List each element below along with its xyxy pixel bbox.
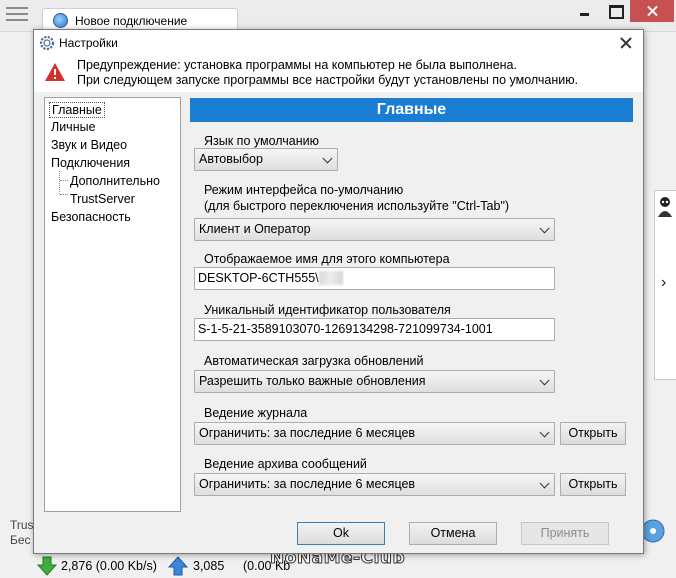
user-id-input[interactable]: S-1-5-21-3589103070-1269134298-721099734… bbox=[194, 318, 555, 341]
interface-mode-hint: (для быстрого переключения используйте "… bbox=[204, 199, 510, 213]
archive-open-button[interactable]: Открыть bbox=[560, 473, 626, 496]
chevron-down-icon bbox=[539, 478, 550, 489]
settings-icon bbox=[39, 35, 55, 51]
tree-item-audio-video[interactable]: Звук и Видео bbox=[51, 138, 127, 152]
tree-connector bbox=[59, 171, 60, 194]
cancel-button[interactable]: Отмена bbox=[409, 522, 497, 545]
language-select[interactable]: Автовыбор bbox=[194, 148, 338, 171]
user-icon bbox=[658, 197, 672, 217]
tree-item-connections[interactable]: Подключения bbox=[51, 156, 130, 170]
interface-mode-select[interactable]: Клиент и Оператор bbox=[194, 218, 555, 241]
display-name-label: Отображаемое имя для этого компьютера bbox=[204, 252, 450, 266]
minimize-button[interactable] bbox=[570, 0, 600, 22]
tree-connector bbox=[60, 194, 68, 195]
log-value: Ограничить: за последние 6 месяцев bbox=[199, 426, 416, 440]
category-tree: Главные Личные Звук и Видео Подключения … bbox=[44, 97, 181, 512]
maximize-button[interactable] bbox=[600, 0, 630, 22]
dialog-title: Настройки bbox=[59, 36, 118, 50]
chevron-down-icon bbox=[322, 153, 333, 164]
warning-banner: Предупреждение: установка программы на к… bbox=[34, 56, 643, 92]
tree-item-main[interactable]: Главные bbox=[49, 102, 105, 118]
ok-button[interactable]: Ok bbox=[297, 522, 385, 545]
close-dialog-button[interactable] bbox=[615, 32, 637, 54]
archive-label: Ведение архива сообщений bbox=[204, 457, 367, 471]
tree-item-trustserver[interactable]: TrustServer bbox=[70, 192, 135, 206]
interface-mode-label: Режим интерфейса по-умолчанию bbox=[204, 183, 404, 197]
updates-label: Автоматическая загрузка обновлений bbox=[204, 354, 424, 368]
sidebar-text-2: Бес bbox=[10, 533, 31, 547]
globe-icon bbox=[53, 13, 68, 28]
display-name-input[interactable]: DESKTOP-6CTH555\ bbox=[194, 267, 555, 290]
connection-tab-label: Новое подключение bbox=[75, 14, 188, 28]
close-window-button[interactable] bbox=[630, 0, 674, 22]
archive-value: Ограничить: за последние 6 месяцев bbox=[199, 477, 416, 491]
language-label: Язык по умолчанию bbox=[204, 134, 320, 148]
sidebar-text-1: Trus bbox=[10, 518, 34, 532]
updates-value: Разрешить только важные обновления bbox=[199, 374, 426, 388]
panel-title: Главные bbox=[190, 98, 633, 122]
chevron-down-icon bbox=[539, 427, 550, 438]
upload-stat: 3,085 bbox=[193, 559, 225, 573]
interface-mode-value: Клиент и Оператор bbox=[199, 222, 311, 236]
display-name-value: DESKTOP-6CTH555\ bbox=[198, 271, 319, 285]
user-id-label: Уникальный идентификатор пользователя bbox=[204, 303, 451, 317]
tree-item-advanced[interactable]: Дополнительно bbox=[70, 174, 160, 188]
warning-text-2: При следующем запуске программы все наст… bbox=[77, 73, 579, 87]
chevron-right-icon[interactable]: › bbox=[661, 274, 666, 292]
log-label: Ведение журнала bbox=[204, 406, 308, 420]
log-select[interactable]: Ограничить: за последние 6 месяцев bbox=[194, 422, 555, 445]
log-open-button[interactable]: Открыть bbox=[560, 422, 626, 445]
chevron-down-icon bbox=[539, 223, 550, 234]
updates-select[interactable]: Разрешить только важные обновления bbox=[194, 370, 555, 393]
upload-arrow-icon bbox=[168, 556, 188, 576]
dialog-title-bar: Настройки bbox=[34, 30, 643, 56]
warning-text-1: Предупреждение: установка программы на к… bbox=[77, 58, 517, 72]
chevron-down-icon bbox=[539, 375, 550, 386]
tree-item-security[interactable]: Безопасность bbox=[51, 210, 131, 224]
warning-icon bbox=[45, 63, 65, 81]
language-select-value: Автовыбор bbox=[199, 152, 263, 166]
user-id-value: S-1-5-21-3589103070-1269134298-721099734… bbox=[198, 322, 493, 336]
app-title-bar: Новое подключение bbox=[0, 0, 676, 32]
tree-connector bbox=[60, 180, 68, 181]
menu-icon[interactable] bbox=[6, 7, 28, 23]
settings-dialog: Настройки Предупреждение: установка прог… bbox=[33, 29, 644, 554]
archive-select[interactable]: Ограничить: за последние 6 месяцев bbox=[194, 473, 555, 496]
download-stat: 2,876 (0.00 Kb/s) bbox=[61, 559, 157, 573]
tree-item-personal[interactable]: Личные bbox=[51, 120, 96, 134]
apply-button[interactable]: Принять bbox=[521, 522, 609, 545]
window-controls bbox=[570, 0, 674, 22]
download-arrow-icon bbox=[37, 556, 57, 576]
redacted-blur bbox=[318, 271, 343, 285]
